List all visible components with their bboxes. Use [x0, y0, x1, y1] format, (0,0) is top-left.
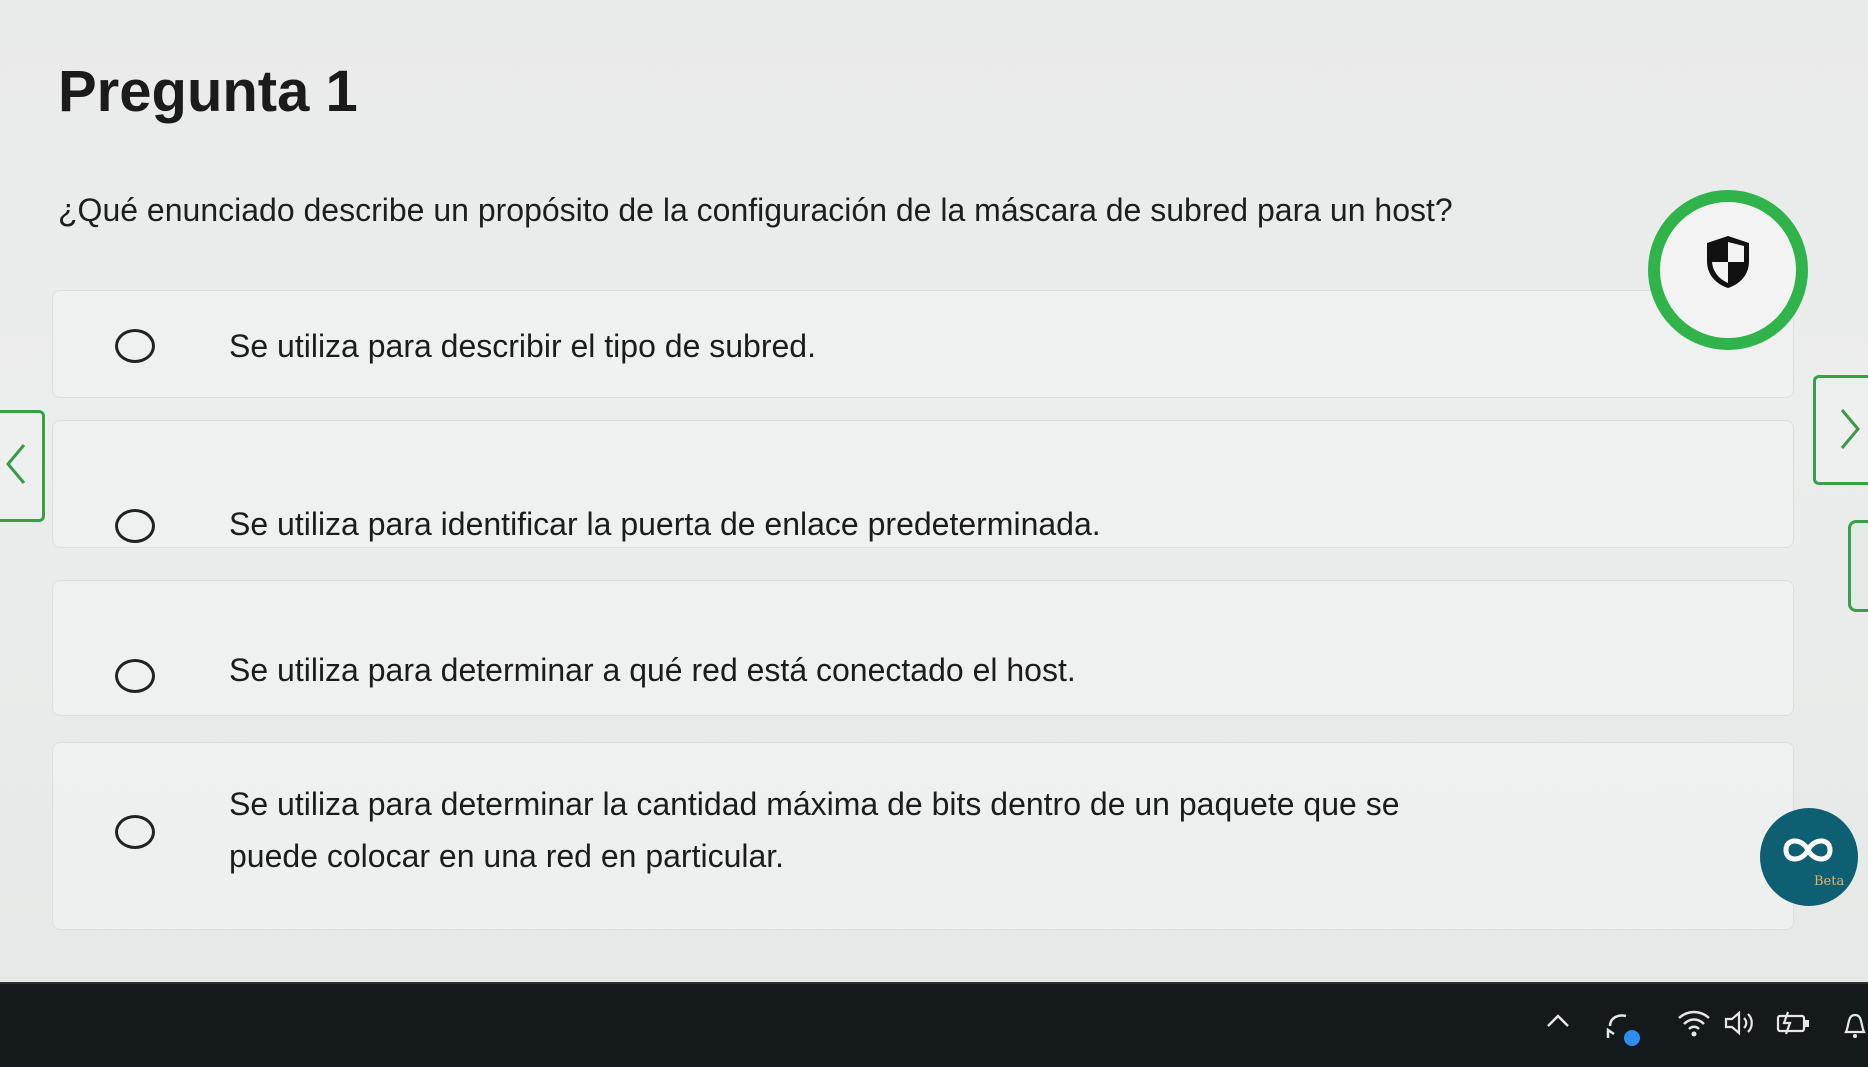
beta-label: Beta — [1814, 874, 1845, 889]
radio-button[interactable] — [115, 329, 155, 363]
shield-icon — [1707, 236, 1749, 288]
side-widget[interactable] — [1848, 520, 1868, 612]
option-3[interactable]: Se utiliza para determinar a qué red est… — [52, 580, 1794, 716]
taskbar — [0, 982, 1868, 1067]
battery-icon[interactable] — [1774, 1008, 1814, 1038]
volume-icon[interactable] — [1722, 1008, 1758, 1038]
notification-icon[interactable] — [1842, 1008, 1868, 1042]
chevron-up-icon[interactable] — [1544, 1008, 1572, 1032]
page-title: Pregunta 1 — [58, 59, 358, 124]
chevron-right-icon — [1840, 409, 1860, 449]
next-button[interactable] — [1813, 375, 1868, 485]
option-4[interactable]: Se utiliza para determinar la cantidad m… — [52, 742, 1794, 930]
option-1[interactable]: Se utiliza para describir el tipo de sub… — [52, 290, 1794, 398]
option-label: Se utiliza para determinar la cantidad m… — [229, 786, 1400, 822]
radio-button[interactable] — [115, 815, 155, 849]
infinity-icon — [1783, 838, 1833, 862]
wifi-icon[interactable] — [1676, 1008, 1712, 1038]
security-widget[interactable] — [1648, 190, 1808, 350]
option-2[interactable]: Se utiliza para identificar la puerta de… — [52, 420, 1794, 548]
chevron-left-icon — [6, 444, 26, 484]
option-label-line-2: puede colocar en una red en particular. — [229, 838, 785, 874]
question-text: ¿Qué enunciado describe un propósito de … — [58, 192, 1453, 228]
previous-button[interactable] — [0, 410, 45, 522]
sync-icon[interactable] — [1604, 1008, 1642, 1048]
option-label: Se utiliza para identificar la puerta de… — [229, 506, 1101, 542]
option-label: Se utiliza para determinar a qué red est… — [229, 652, 1076, 688]
option-label: Se utiliza para describir el tipo de sub… — [229, 328, 816, 364]
beta-assistant-button[interactable]: Beta — [1760, 808, 1858, 906]
radio-button[interactable] — [115, 509, 155, 543]
radio-button[interactable] — [115, 659, 155, 693]
